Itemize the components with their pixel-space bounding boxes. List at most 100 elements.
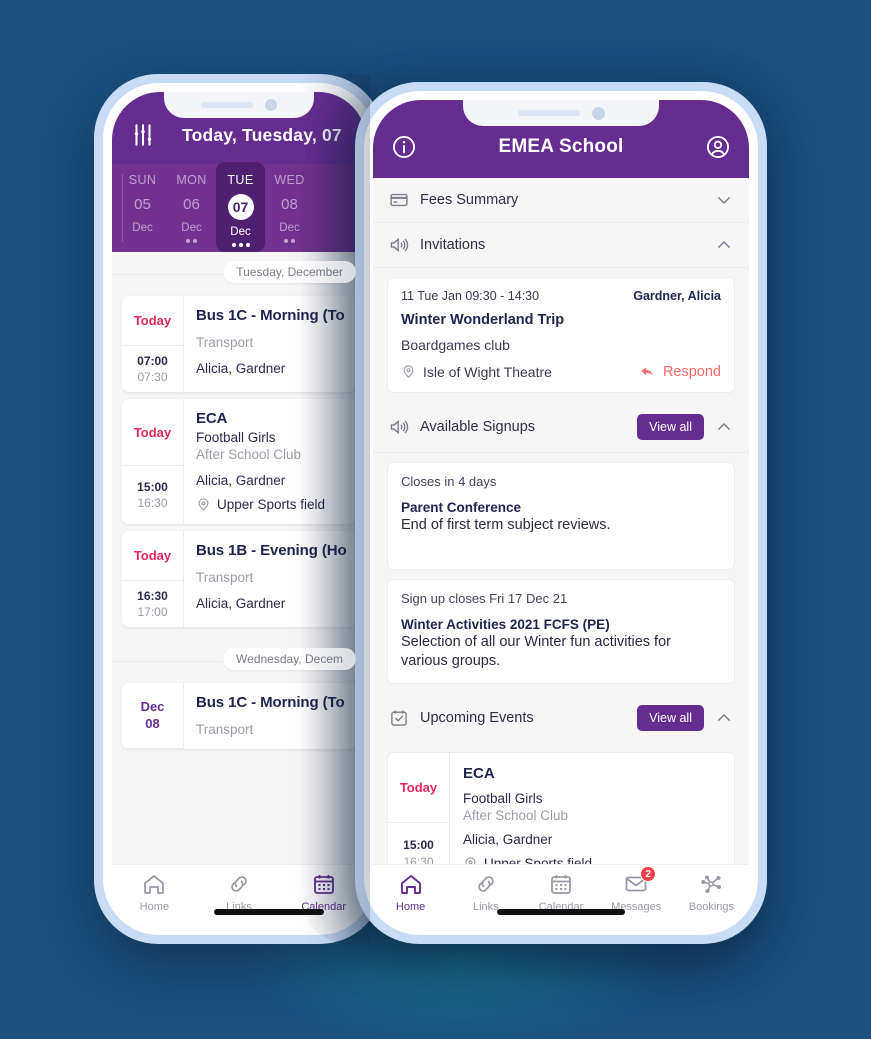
tab-home[interactable]: Home — [112, 872, 197, 913]
agenda-row-left: Today 07:00 07:30 — [122, 296, 184, 392]
event-location: Upper Sports field — [196, 497, 344, 512]
date-dow: WED — [274, 173, 305, 187]
bookings-icon — [699, 872, 723, 896]
chevron-down-icon[interactable] — [715, 191, 733, 209]
section-available-signups[interactable]: Available Signups View all — [373, 402, 749, 453]
agenda-row[interactable]: Today 15:00 16:30 ECA Football Girls Aft… — [122, 399, 356, 524]
chevron-up-icon[interactable] — [715, 709, 733, 727]
home-icon — [399, 872, 423, 896]
tab-label: Home — [395, 901, 426, 913]
time-block: 16:30 17:00 — [122, 581, 183, 627]
date-cell-wed[interactable]: WED 08 Dec — [265, 164, 314, 252]
event-title: Bus 1C - Morning (To — [196, 694, 345, 711]
sliders-icon[interactable] — [130, 122, 156, 148]
invitation-location: Isle of Wight Theatre — [401, 364, 552, 380]
agenda-row[interactable]: Dec 08 Bus 1C - Morning (To Transport — [122, 683, 356, 749]
chevron-up-icon[interactable] — [715, 418, 733, 436]
upcoming-event-row[interactable]: Today 15:00 16:30 ECA Football Girls Aft… — [387, 752, 735, 864]
invitation-club: Boardgames club — [401, 337, 510, 353]
invitation-header: 11 Tue Jan 09:30 - 14:30 Gardner, Alicia — [401, 289, 721, 303]
invitation-card[interactable]: 11 Tue Jan 09:30 - 14:30 Gardner, Alicia… — [387, 277, 735, 393]
day-separator: Wednesday, Decem — [112, 639, 366, 676]
signup-meta: Closes in 4 days — [401, 474, 497, 489]
day-badge: Dec 08 — [122, 683, 183, 749]
mail-icon: 2 — [624, 866, 657, 896]
tab-messages[interactable]: 2 Messages — [599, 866, 674, 913]
section-invitations[interactable]: Invitations — [373, 223, 749, 268]
agenda-row-left: Dec 08 — [122, 683, 184, 749]
tab-calendar[interactable]: Calendar — [523, 872, 598, 913]
invitation-datetime: 11 Tue Jan 09:30 - 14:30 — [401, 289, 540, 303]
tabbar-left: Home Links Calendar — [112, 864, 366, 926]
event-title: ECA — [196, 410, 228, 427]
section-upcoming-events[interactable]: Upcoming Events View all — [373, 693, 749, 743]
chevron-up-icon[interactable] — [715, 236, 733, 254]
time-block: 15:00 16:30 — [122, 466, 183, 524]
start-time: 16:30 — [137, 589, 168, 603]
signup-card[interactable]: Closes in 4 days Parent Conference End o… — [387, 462, 735, 571]
signup-card[interactable]: Sign up closes Fri 17 Dec 21 Winter Acti… — [387, 579, 735, 685]
time-block: 07:00 07:30 — [122, 346, 183, 392]
end-time: 16:30 — [403, 855, 434, 864]
end-time: 17:00 — [137, 605, 168, 619]
view-all-events-button[interactable]: View all — [637, 705, 704, 732]
day-separator: Tuesday, December — [112, 252, 366, 289]
tab-calendar[interactable]: Calendar — [281, 872, 366, 913]
agenda-row-body: ECA Football Girls After School Club Ali… — [184, 399, 356, 524]
date-num: 06 — [183, 196, 200, 213]
date-cell-mon[interactable]: MON 06 Dec — [167, 164, 216, 252]
time-block: 15:00 16:30 — [388, 823, 449, 864]
invitation-location-text: Isle of Wight Theatre — [423, 363, 552, 380]
section-fees-summary[interactable]: Fees Summary — [373, 178, 749, 223]
day-badge: Today — [122, 531, 183, 581]
signup-meta: Sign up closes Fri 17 Dec 21 — [401, 591, 568, 607]
tab-links[interactable]: Links — [197, 872, 282, 913]
signup-spacer — [401, 535, 721, 557]
card-icon — [389, 190, 409, 210]
day-badge: Today — [122, 399, 183, 466]
respond-button[interactable]: Respond — [639, 363, 721, 380]
date-strip[interactable]: SUN 05 Dec MON 06 Dec TUE 07 Dec WED 08 … — [112, 162, 366, 252]
phone-left-screen: Today, Tuesday, 07 SUN 05 Dec MON 06 Dec — [112, 92, 366, 926]
event-title: Bus 1C - Morning (To — [196, 307, 345, 324]
page-title: EMEA School — [498, 136, 624, 157]
date-dow: TUE — [227, 173, 254, 187]
phone-left: Today, Tuesday, 07 SUN 05 Dec MON 06 Dec — [94, 74, 384, 944]
page-title: Today, Tuesday, 07 — [182, 124, 342, 145]
reply-icon — [639, 363, 656, 380]
event-category: Transport — [196, 722, 254, 737]
event-people: Alicia, Gardner — [196, 596, 286, 611]
tab-links[interactable]: Links — [448, 872, 523, 913]
section-title: Available Signups — [420, 419, 536, 435]
date-cell-sun[interactable]: SUN 05 Dec — [118, 164, 167, 252]
event-line1: Football Girls — [463, 791, 543, 807]
agenda-row[interactable]: Today 07:00 07:30 Bus 1C - Morning (To T… — [122, 296, 356, 392]
date-dots — [186, 239, 197, 243]
agenda-row[interactable]: Today 16:30 17:00 Bus 1B - Evening (Ho T… — [122, 531, 356, 627]
view-all-signups-button[interactable]: View all — [637, 414, 704, 440]
home-icon — [142, 872, 166, 896]
section-title: Fees Summary — [420, 192, 519, 208]
day-badge-day: 08 — [145, 715, 160, 731]
announce-icon — [389, 417, 409, 437]
event-location-text: Upper Sports field — [484, 856, 593, 864]
date-dow: SUN — [128, 173, 157, 187]
date-mon: Dec — [230, 226, 251, 238]
day-chip: Tuesday, December — [223, 261, 356, 283]
front-camera — [265, 99, 277, 111]
section-title: Invitations — [420, 237, 486, 253]
home-indicator — [214, 909, 325, 915]
link-icon — [227, 872, 251, 896]
scene: Today, Tuesday, 07 SUN 05 Dec MON 06 Dec — [0, 0, 871, 1039]
event-category: Transport — [196, 570, 254, 585]
tabbar-right: Home Links Calendar 2 Messages Bookings — [373, 864, 749, 926]
account-icon[interactable] — [705, 134, 731, 160]
info-icon[interactable] — [391, 134, 417, 160]
tab-home[interactable]: Home — [373, 872, 448, 913]
date-num: 05 — [134, 196, 151, 213]
signup-description: Selection of all our Winter fun activiti… — [401, 634, 671, 670]
event-category: Transport — [196, 335, 254, 350]
date-cell-tue-selected[interactable]: TUE 07 Dec — [216, 162, 265, 252]
tab-bookings[interactable]: Bookings — [674, 872, 749, 913]
event-line2: After School Club — [196, 447, 302, 462]
